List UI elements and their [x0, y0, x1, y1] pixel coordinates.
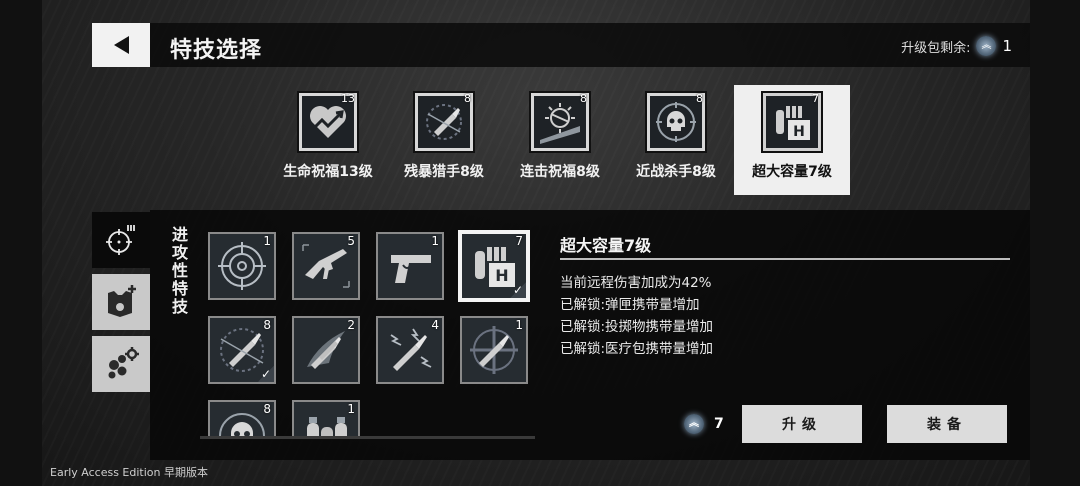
right-edge	[1030, 0, 1080, 486]
detail-line: 当前远程伤害加成为42%	[560, 275, 712, 291]
perk-name: 残暴猎手8级	[404, 164, 484, 180]
detail-description: 当前远程伤害加成为42% 已解锁:弹匣携带量增加 已解锁:投掷物携带量增加 已解…	[560, 272, 713, 360]
perk-cell[interactable]: 1	[208, 232, 276, 300]
detail-divider	[560, 258, 1010, 260]
detail-line: 已解锁:医疗包携带量增加	[560, 341, 714, 357]
perk-cell[interactable]: 1	[376, 232, 444, 300]
equipped-perk-3[interactable]: 8 连击祝福8级	[502, 85, 618, 195]
bullet-target-icon	[470, 326, 518, 374]
equipped-perk-5[interactable]: H 7 超大容量7级	[734, 85, 850, 195]
bullet-slash-icon	[418, 96, 470, 148]
cells-gear-icon	[108, 347, 139, 379]
perk-level: 8	[263, 402, 271, 416]
crosshair-icon	[218, 242, 266, 290]
category-label: 进攻性特技	[169, 226, 188, 316]
perk-icon-frame: 8	[413, 91, 475, 153]
equipped-perk-1[interactable]: 13 生命祝福13级	[270, 85, 386, 195]
category-tabs	[92, 212, 150, 398]
upgrade-points: 升级包剩余: ︽ 1	[901, 36, 1012, 56]
pistol-icon	[391, 255, 431, 283]
perk-icon-frame: 8	[529, 91, 591, 153]
skull-crosshair-icon	[650, 96, 702, 148]
scroll-edge	[200, 436, 535, 439]
equipped-check-icon: ✓	[258, 366, 274, 382]
combo-bar-icon	[534, 96, 586, 148]
detail-line: 已解锁:投掷物携带量增加	[560, 319, 714, 335]
equipped-perks: 13 生命祝福13级 8 残暴猎手8级 8 连击祝福8级 8 近战杀手8级 H …	[270, 85, 850, 195]
upgrade-pack-icon: ︽	[976, 36, 997, 56]
upgrade-cost-value: 7	[714, 416, 724, 432]
perk-cell[interactable]: 4	[376, 316, 444, 384]
svg-text:H: H	[495, 266, 508, 285]
perk-icon-frame: 8	[645, 91, 707, 153]
grenade-pack-icon	[307, 417, 347, 438]
perk-level: 1	[263, 234, 271, 248]
edition-label: Early Access Edition 早期版本	[50, 466, 208, 479]
perk-name: 连击祝福8级	[520, 164, 600, 180]
perk-icon-frame: 13	[297, 91, 359, 153]
equip-button[interactable]: 装备	[887, 405, 1007, 443]
perk-level: 1	[431, 234, 439, 248]
perk-name: 近战杀手8级	[636, 164, 716, 180]
perk-level: 4	[431, 318, 439, 332]
equipped-perk-2[interactable]: 8 残暴猎手8级	[386, 85, 502, 195]
perk-level: 1	[347, 402, 355, 416]
detail-line: 已解锁:弹匣携带量增加	[560, 297, 700, 313]
equipped-perk-4[interactable]: 8 近战杀手8级	[618, 85, 734, 195]
perk-cell[interactable]: 2	[292, 316, 360, 384]
svg-text:H: H	[793, 124, 805, 140]
tab-support[interactable]	[92, 336, 150, 392]
perk-level: 8	[464, 92, 471, 105]
tab-offensive[interactable]	[92, 212, 150, 268]
perk-cell-selected[interactable]: H 7 ✓	[460, 232, 528, 300]
back-button[interactable]	[92, 23, 150, 67]
detail-title: 超大容量7级	[560, 236, 652, 255]
perk-level: 5	[347, 234, 355, 248]
perk-cell[interactable]: 1	[292, 400, 360, 438]
bullets-fire-icon	[307, 331, 345, 369]
perk-level: 8	[696, 92, 703, 105]
ammo-box-icon: H	[766, 96, 818, 148]
perk-level: 7	[812, 92, 819, 105]
tab-defensive[interactable]	[92, 274, 150, 330]
header-bar: 特技选择 升级包剩余: ︽ 1	[92, 23, 1030, 67]
perk-cell[interactable]: 5	[292, 232, 360, 300]
rifle-icon	[302, 244, 350, 288]
perk-name: 超大容量7级	[752, 164, 832, 180]
left-edge	[0, 0, 42, 486]
upgrade-pack-icon: ︽	[684, 414, 704, 434]
crosshair-ammo-icon	[106, 225, 135, 255]
perk-level: 1	[515, 318, 523, 332]
perk-cell[interactable]: 8	[208, 400, 276, 438]
perk-level: 8	[580, 92, 587, 105]
perk-level: 7	[515, 234, 523, 248]
perk-icon-frame: H 7	[761, 91, 823, 153]
skull-crosshair-icon	[219, 413, 265, 438]
perk-name: 生命祝福13级	[283, 164, 373, 180]
upgrade-button[interactable]: 升级	[742, 405, 862, 443]
equipped-check-icon: ✓	[510, 282, 526, 298]
bullet-spark-icon	[390, 328, 432, 371]
points-label: 升级包剩余:	[901, 40, 971, 56]
perk-level: 8	[263, 318, 271, 332]
points-value: 1	[1002, 37, 1012, 55]
perk-cell[interactable]: 8 ✓	[208, 316, 276, 384]
armor-plus-icon	[108, 285, 136, 317]
perk-level: 13	[341, 92, 355, 105]
perk-cell[interactable]: 1	[460, 316, 528, 384]
back-arrow-icon	[113, 36, 129, 54]
upgrade-cost: ︽ 7	[684, 414, 724, 434]
perk-level: 2	[347, 318, 355, 332]
page-title: 特技选择	[170, 38, 263, 63]
